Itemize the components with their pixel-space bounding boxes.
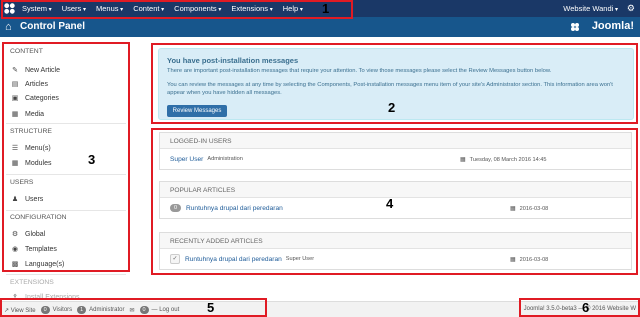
site-dropdown[interactable]: Website Wandi xyxy=(563,4,618,13)
annotation-number: 1 xyxy=(322,1,330,16)
gear-icon[interactable]: ⚙ xyxy=(627,3,635,14)
joomla-brand: Joomla! xyxy=(591,20,634,32)
annotation-box xyxy=(0,298,267,317)
divider xyxy=(6,274,126,275)
annotation-number: 6 xyxy=(582,300,590,315)
annotation-number: 2 xyxy=(388,100,396,115)
annotation-number: 5 xyxy=(207,300,215,315)
home-icon: ⌂ xyxy=(5,21,12,33)
annotation-number: 4 xyxy=(386,196,394,211)
joomla-brand-icon xyxy=(571,23,579,31)
annotation-box xyxy=(151,128,638,275)
annotation-box xyxy=(1,0,353,19)
annotation-box xyxy=(519,298,640,317)
annotation-number: 3 xyxy=(88,152,96,167)
sidebar-section-extensions: EXTENSIONS xyxy=(10,279,54,286)
page-title: Control Panel xyxy=(20,21,86,32)
annotation-box xyxy=(2,42,130,272)
title-bar: ⌂ Control Panel Joomla! xyxy=(0,17,640,37)
